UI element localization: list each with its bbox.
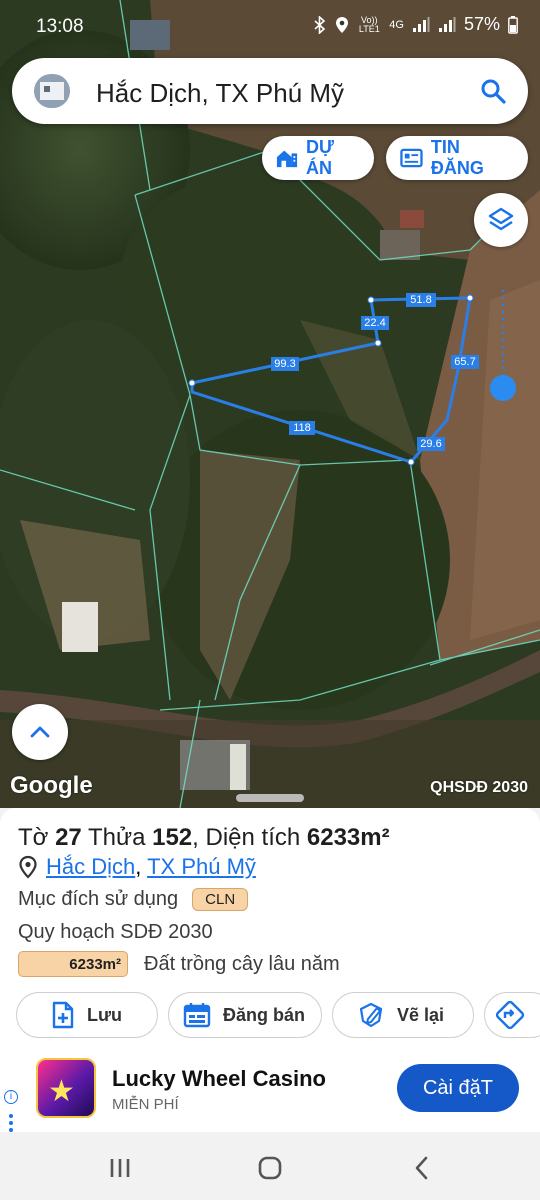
expand-button[interactable] bbox=[12, 704, 68, 760]
chevron-up-icon bbox=[30, 726, 50, 738]
edge-label: 22.4 bbox=[361, 316, 389, 330]
layers-icon bbox=[488, 207, 514, 231]
redraw-label: Vẽ lại bbox=[397, 1004, 445, 1025]
search-icon[interactable] bbox=[480, 78, 506, 104]
signal-icon bbox=[412, 16, 430, 32]
ad-banner[interactable]: i ★ Lucky Wheel Casino MIỄN PHÍ Cài đặT bbox=[0, 1048, 540, 1132]
search-bar[interactable]: Hắc Dịch, TX Phú Mỹ bbox=[12, 58, 528, 124]
save-button[interactable]: Lưu bbox=[16, 992, 158, 1038]
recent-apps-button[interactable] bbox=[100, 1154, 140, 1182]
ad-title[interactable]: Lucky Wheel Casino bbox=[112, 1066, 326, 1092]
edge-label: 51.8 bbox=[406, 293, 436, 307]
plan-description: Đất trồng cây lâu năm bbox=[144, 952, 340, 975]
sheet-prefix: Tờ bbox=[18, 824, 49, 851]
search-title[interactable]: Hắc Dịch, TX Phú Mỹ bbox=[96, 78, 344, 109]
purpose-code-badge: CLN bbox=[192, 888, 249, 911]
ad-subtitle: MIỄN PHÍ bbox=[112, 1096, 179, 1113]
edge-label: 118 bbox=[289, 421, 315, 435]
layers-button[interactable] bbox=[474, 193, 528, 247]
recents-icon bbox=[110, 1159, 130, 1177]
address-row: Hắc Dịch, TX Phú Mỹ bbox=[18, 854, 256, 880]
back-icon bbox=[415, 1156, 428, 1180]
place-thumbnail bbox=[34, 74, 70, 108]
status-bar: 13:08 Vo)) LTE1 4G 57% bbox=[0, 0, 540, 52]
calendar-icon bbox=[183, 1003, 211, 1028]
address-separator: , bbox=[135, 854, 142, 879]
sell-button[interactable]: Đăng bán bbox=[168, 992, 322, 1038]
purpose-label: Mục đích sử dụng bbox=[18, 888, 179, 910]
battery-icon bbox=[508, 15, 518, 34]
save-label: Lưu bbox=[87, 1004, 123, 1025]
directions-icon bbox=[495, 1000, 525, 1030]
location-pin-icon bbox=[19, 855, 37, 879]
bluetooth-icon bbox=[314, 15, 326, 34]
edge-label: 65.7 bbox=[451, 355, 479, 369]
edge-label: 29.6 bbox=[417, 437, 445, 451]
system-nav-bar bbox=[0, 1132, 540, 1200]
sell-label: Đăng bán bbox=[223, 1004, 306, 1025]
sheet-number: 27 bbox=[55, 824, 82, 851]
casino-app-icon[interactable]: ★ bbox=[36, 1058, 96, 1118]
listing-label: TIN ĐĂNG bbox=[430, 137, 484, 178]
plan-area-badge: 6233m² bbox=[18, 951, 128, 977]
drag-handle[interactable] bbox=[236, 794, 304, 802]
plan-row: 6233m² Đất trồng cây lâu năm bbox=[18, 951, 340, 977]
building-icon bbox=[276, 150, 298, 168]
volte-indicator: Vo)) LTE1 bbox=[358, 14, 380, 34]
edge-label: 99.3 bbox=[271, 357, 299, 371]
redraw-icon bbox=[359, 1002, 383, 1028]
lot-number: 152 bbox=[152, 824, 193, 851]
network-type: 4G bbox=[389, 18, 404, 31]
location-icon bbox=[336, 16, 349, 33]
redraw-button[interactable]: Vẽ lại bbox=[332, 992, 474, 1038]
lot-prefix: Thửa bbox=[88, 824, 146, 851]
listing-icon bbox=[400, 148, 423, 168]
commune-link[interactable]: Hắc Dịch bbox=[46, 854, 135, 879]
plan-label: Quy hoạch SDĐ 2030 bbox=[18, 921, 213, 943]
install-button[interactable]: Cài đặT bbox=[397, 1064, 519, 1112]
ad-info-icon[interactable]: i bbox=[4, 1090, 18, 1104]
clock: 13:08 bbox=[36, 16, 84, 37]
home-button[interactable] bbox=[250, 1154, 290, 1182]
parcel-title: Tờ 27 Thửa 152, Diện tích 6233m² bbox=[18, 824, 390, 852]
add-file-icon bbox=[52, 1001, 74, 1029]
home-icon bbox=[258, 1156, 282, 1180]
battery-percent: 57% bbox=[463, 14, 500, 34]
map-layer-label: QHSDĐ 2030 bbox=[430, 779, 528, 796]
project-label: DỰ ÁN bbox=[306, 137, 334, 178]
listing-button[interactable]: TIN ĐĂNG bbox=[386, 136, 528, 180]
back-button[interactable] bbox=[402, 1154, 442, 1182]
directions-button[interactable] bbox=[484, 992, 540, 1038]
purpose-row: Mục đích sử dụng CLN bbox=[18, 888, 249, 911]
town-link[interactable]: TX Phú Mỹ bbox=[147, 854, 256, 879]
project-button[interactable]: DỰ ÁN bbox=[262, 136, 374, 180]
signal-icon-2 bbox=[438, 16, 456, 32]
area-prefix: , Diện tích bbox=[192, 824, 301, 851]
parcel-area: 6233m² bbox=[306, 824, 390, 851]
google-attribution: Google bbox=[10, 772, 93, 799]
